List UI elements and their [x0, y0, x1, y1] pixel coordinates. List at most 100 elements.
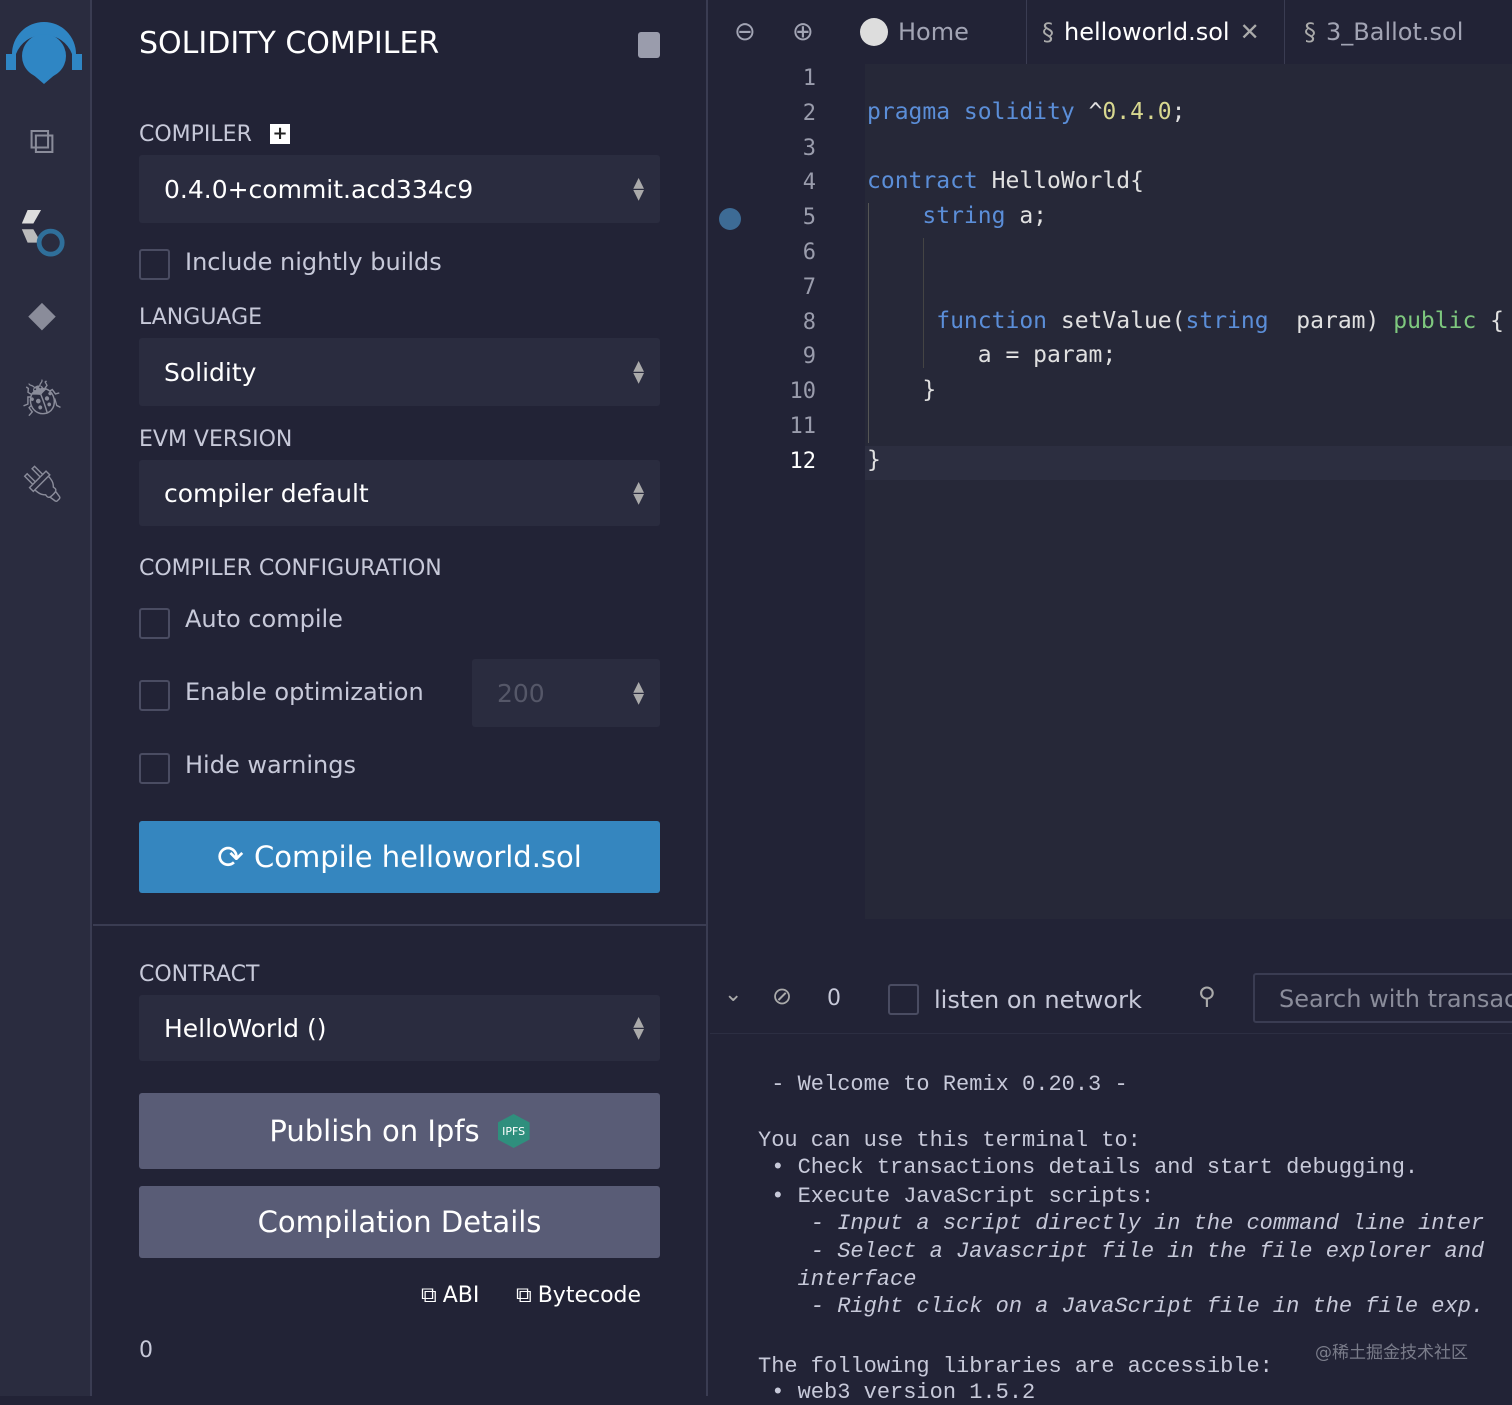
- code-line: string a;: [867, 203, 1047, 229]
- tab-divider: [1026, 0, 1027, 64]
- plugin-manager-plug-icon[interactable]: 🔌︎: [18, 460, 66, 508]
- nightly-builds-label: Include nightly builds: [185, 248, 442, 276]
- listen-network-checkbox[interactable]: [888, 984, 919, 1015]
- code-line: a = param;: [867, 342, 1116, 368]
- line-number: 7: [802, 274, 816, 300]
- auto-compile-label: Auto compile: [185, 605, 343, 633]
- solidity-compiler-icon[interactable]: [18, 210, 66, 258]
- code-line: pragma solidity ^0.4.0;: [867, 99, 1186, 125]
- remix-logo-icon[interactable]: [4, 18, 84, 84]
- add-compiler-icon[interactable]: +: [270, 124, 290, 144]
- code-token: param): [1268, 307, 1394, 334]
- terminal-line: - Welcome to Remix 0.20.3 -: [758, 1072, 1128, 1097]
- copy-bytecode-button[interactable]: ⧉ Bytecode: [516, 1283, 641, 1308]
- contract-value: HelloWorld (): [164, 1013, 327, 1043]
- search-placeholder: Search with transac: [1279, 985, 1512, 1013]
- terminal-toolbar: ⌄ ⊘ 0 listen on network ⚲ Search with tr…: [710, 962, 1512, 1034]
- current-line-highlight: [865, 446, 1512, 480]
- debugger-bug-icon[interactable]: 🐞︎: [18, 374, 66, 422]
- terminal-line: interface: [758, 1267, 917, 1292]
- select-arrows-icon: ▲ ▼: [633, 1014, 644, 1042]
- evm-version-select[interactable]: compiler default ▲ ▼: [139, 460, 660, 526]
- compiler-label: COMPILER: [139, 122, 252, 147]
- zoom-in-icon[interactable]: ⊕: [792, 0, 814, 64]
- code-line: }: [867, 447, 881, 473]
- terminal: ⌄ ⊘ 0 listen on network ⚲ Search with tr…: [710, 962, 1512, 1405]
- compiler-version-value: 0.4.0+commit.acd334c9: [164, 174, 474, 204]
- code-token: }: [867, 446, 881, 473]
- tab-helloworld[interactable]: § helloworld.sol ✕: [1042, 0, 1260, 64]
- code-token: string: [867, 203, 1006, 230]
- line-number: 1: [802, 66, 816, 91]
- hide-warnings-label: Hide warnings: [185, 751, 356, 779]
- code-token: ^: [1088, 98, 1103, 125]
- code-token: }: [867, 377, 937, 404]
- terminal-line: • web3 version 1.5.2: [758, 1380, 1036, 1405]
- nightly-builds-checkbox[interactable]: [139, 249, 170, 280]
- optimization-runs-input[interactable]: 200 ▲ ▼: [472, 659, 660, 727]
- tab-label: Home: [898, 18, 969, 46]
- line-number: 12: [789, 448, 817, 474]
- terminal-line: - Select a Javascript file in the file e…: [758, 1239, 1485, 1264]
- terminal-search-input[interactable]: Search with transac: [1253, 973, 1512, 1023]
- compile-button-label: Compile helloworld.sol: [253, 840, 582, 874]
- publish-ipfs-label: Publish on Ipfs: [269, 1114, 480, 1148]
- copy-icon: ⧉: [421, 1283, 437, 1308]
- collapse-terminal-icon[interactable]: ⌄: [724, 982, 742, 1007]
- tab-home[interactable]: Home: [860, 0, 969, 64]
- line-number: 5: [802, 205, 816, 231]
- copy-icon: ⧉: [516, 1283, 532, 1308]
- code-token: function: [867, 307, 1048, 334]
- language-value: Solidity: [164, 357, 257, 387]
- contract-select[interactable]: HelloWorld () ▲ ▼: [139, 995, 660, 1061]
- code-token: ;: [1171, 98, 1186, 125]
- language-select[interactable]: Solidity ▲ ▼: [139, 338, 660, 406]
- copy-abi-button[interactable]: ⧉ ABI: [421, 1283, 479, 1308]
- docs-icon[interactable]: [638, 32, 660, 58]
- code-token: public: [1393, 307, 1477, 334]
- compilation-details-button[interactable]: Compilation Details: [139, 1186, 660, 1258]
- evm-version-value: compiler default: [164, 478, 369, 508]
- evm-version-label: EVM VERSION: [139, 427, 293, 452]
- terminal-line: - Input a script directly in the command…: [758, 1211, 1485, 1236]
- code-token: HelloWorld{: [991, 168, 1144, 195]
- tab-ballot[interactable]: § 3_Ballot.sol: [1304, 0, 1463, 64]
- ipfs-icon: IPFS: [497, 1114, 530, 1148]
- compiler-version-select[interactable]: 0.4.0+commit.acd334c9 ▲ ▼: [139, 155, 660, 223]
- line-number: 3: [802, 135, 816, 161]
- code-line: }: [867, 377, 936, 403]
- tab-label: helloworld.sol: [1064, 18, 1230, 46]
- terminal-line: You can use this terminal to:: [758, 1128, 1141, 1153]
- line-number: 10: [789, 379, 817, 405]
- compilation-details-label: Compilation Details: [257, 1205, 542, 1239]
- language-label: LANGUAGE: [139, 305, 263, 330]
- compile-button[interactable]: ⟳ Compile helloworld.sol: [139, 821, 660, 893]
- code-token: pragma solidity: [867, 98, 1089, 125]
- solidity-file-icon: §: [1304, 18, 1316, 46]
- clear-console-icon[interactable]: ⊘: [772, 982, 792, 1010]
- divider: [93, 924, 708, 926]
- line-number: 6: [802, 240, 816, 265]
- terminal-line: • Execute JavaScript scripts:: [758, 1184, 1155, 1209]
- enable-optimization-checkbox[interactable]: [139, 680, 170, 711]
- abi-label: ABI: [442, 1283, 480, 1308]
- tab-divider: [1284, 0, 1285, 64]
- listen-network-label: listen on network: [934, 986, 1142, 1014]
- zoom-out-icon[interactable]: ⊖: [734, 0, 756, 64]
- code-line: contract HelloWorld{: [867, 168, 1144, 194]
- publish-ipfs-button[interactable]: Publish on Ipfs IPFS: [139, 1093, 660, 1169]
- file-explorer-icon[interactable]: ⧉: [18, 118, 66, 166]
- solidity-file-icon: §: [1042, 18, 1054, 46]
- auto-compile-checkbox[interactable]: [139, 608, 170, 639]
- watermark: @稀土掘金技术社区: [1315, 1343, 1468, 1363]
- contract-label: CONTRACT: [139, 962, 260, 987]
- deploy-run-icon[interactable]: ◆: [18, 290, 66, 338]
- remix-home-icon: [860, 18, 888, 46]
- terminal-line: • Check transactions details and start d…: [758, 1155, 1419, 1180]
- tab-label: 3_Ballot.sol: [1326, 18, 1464, 46]
- close-tab-icon[interactable]: ✕: [1240, 18, 1260, 46]
- breakpoint-icon[interactable]: [719, 208, 741, 230]
- line-number: 4: [802, 170, 816, 196]
- hide-warnings-checkbox[interactable]: [139, 753, 170, 784]
- terminal-line: The following libraries are accessible:: [758, 1354, 1273, 1379]
